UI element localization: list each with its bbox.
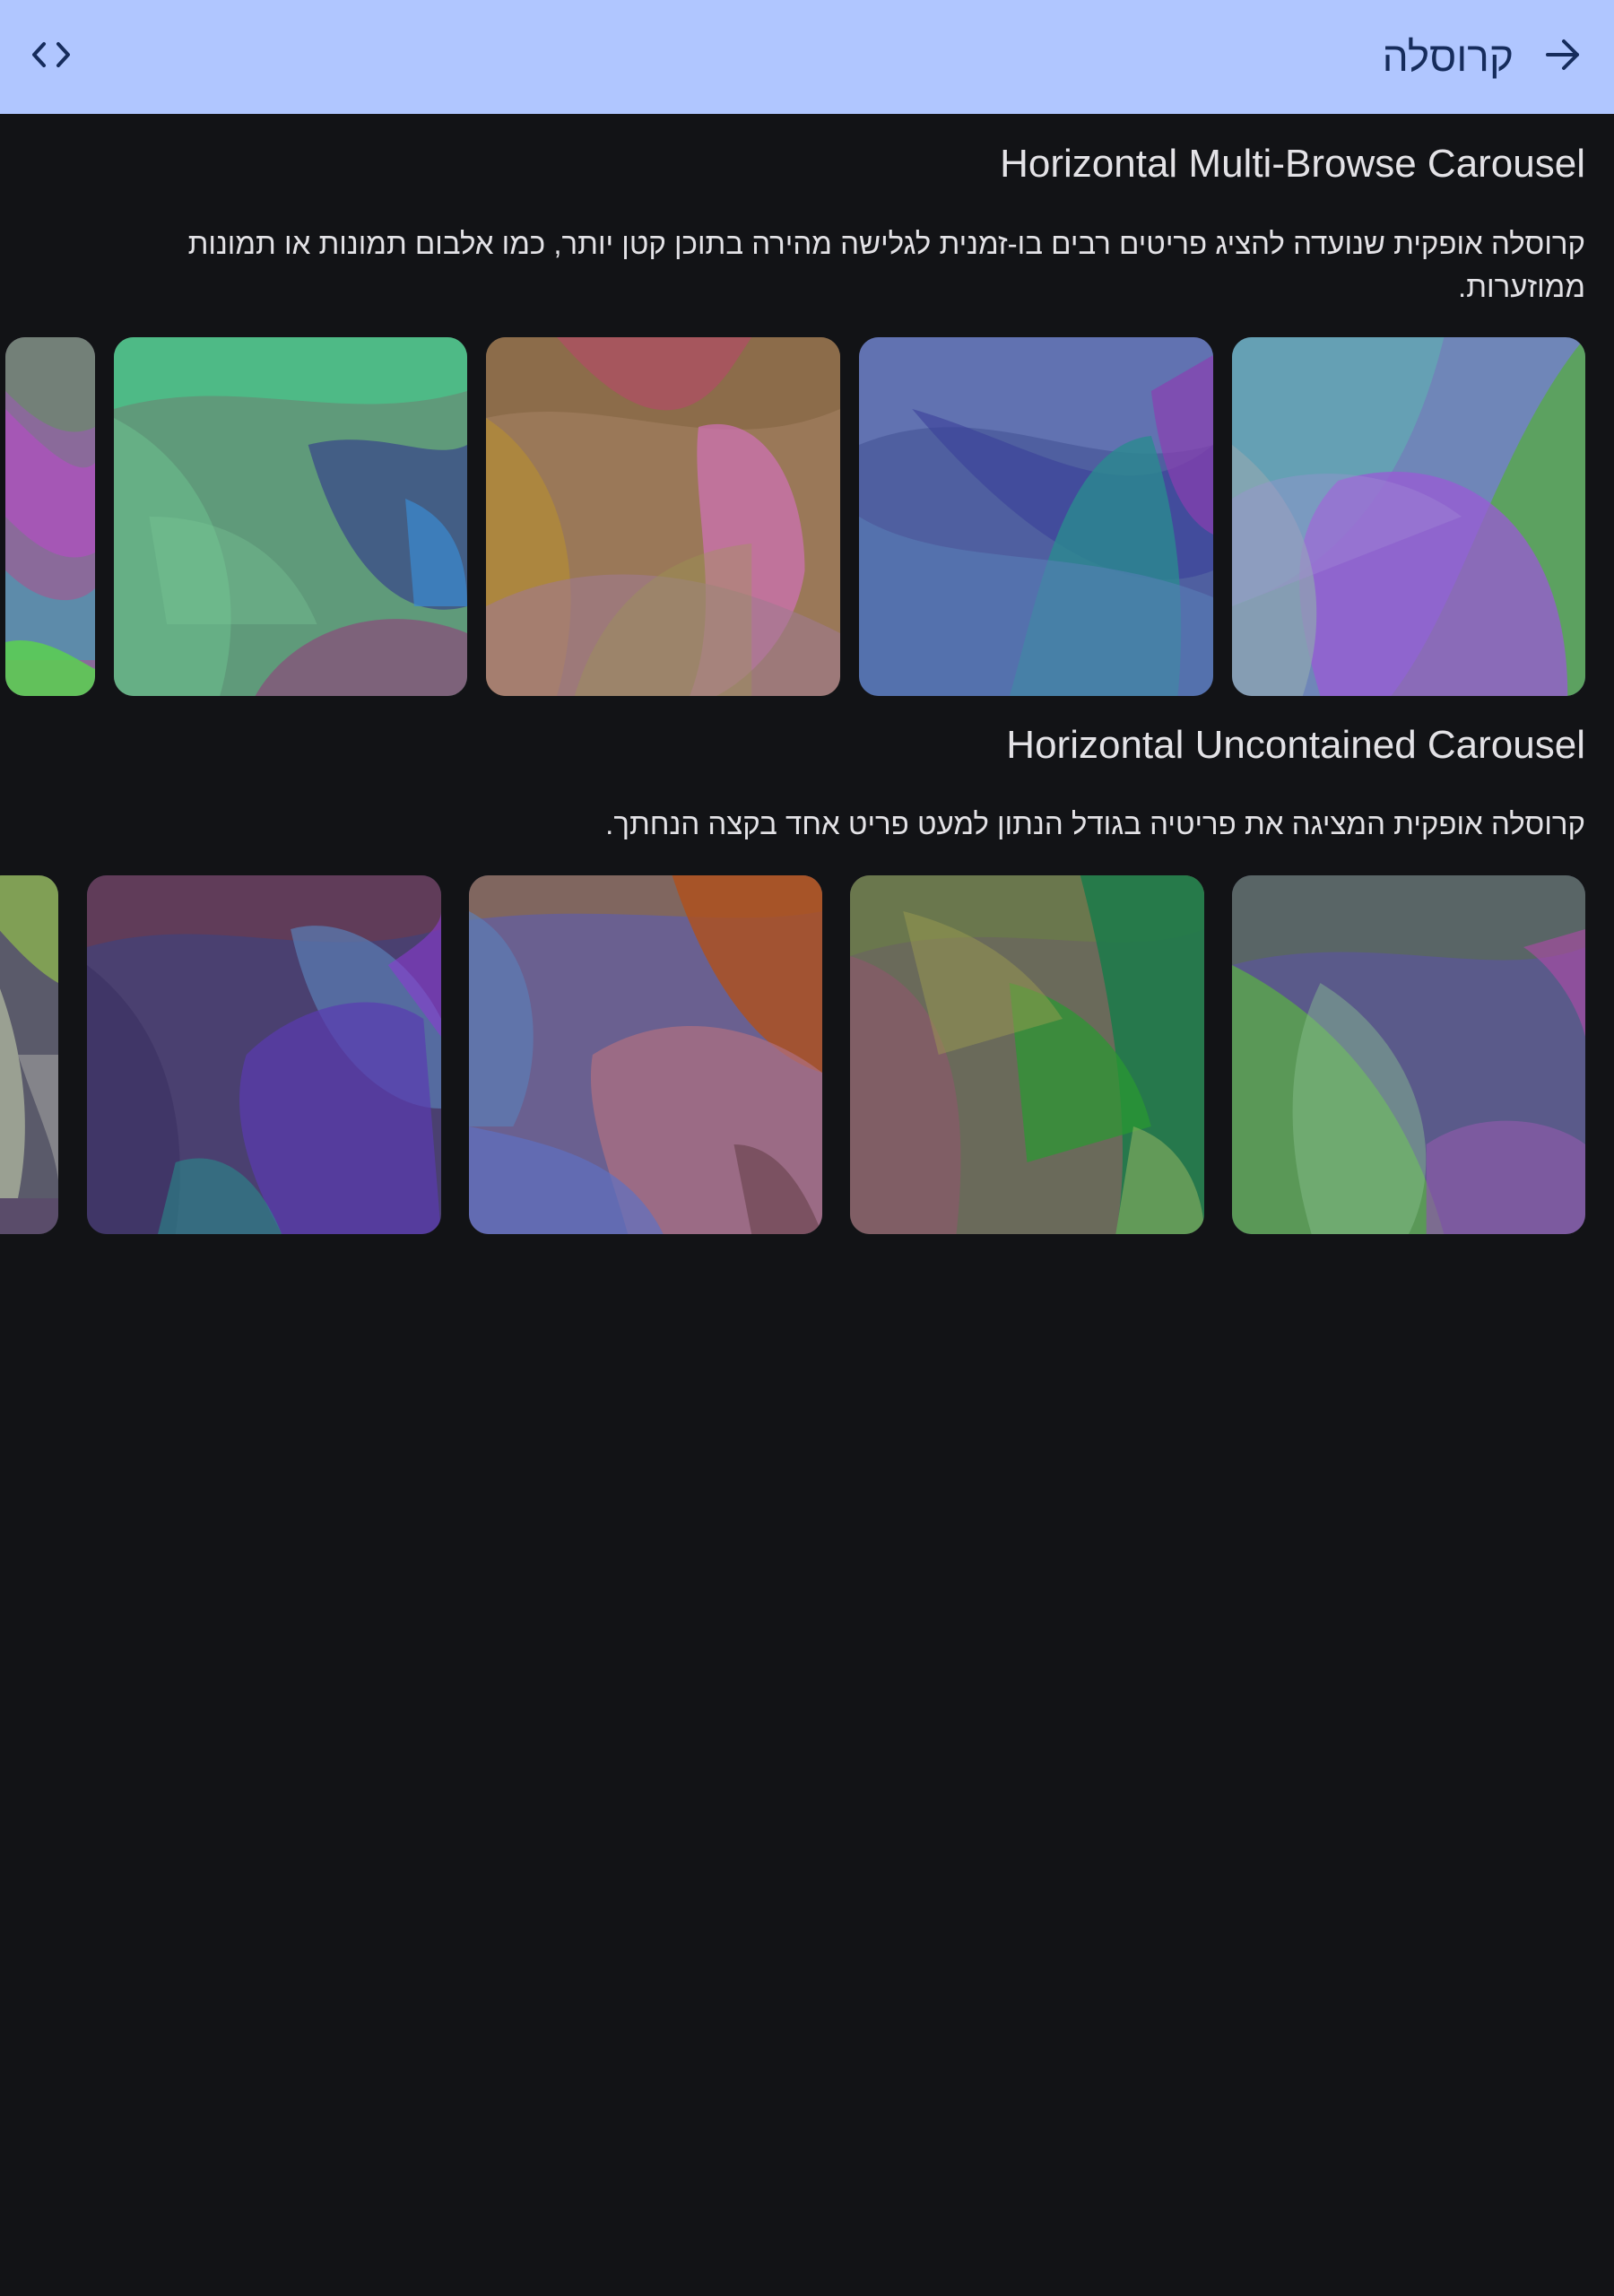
multi-browse-carousel[interactable] xyxy=(0,337,1614,696)
arrow-right-icon xyxy=(1545,39,1581,75)
carousel-image xyxy=(850,875,1204,1234)
top-app-bar: קרוסלה xyxy=(0,0,1614,114)
carousel-item[interactable] xyxy=(114,337,467,696)
carousel-item[interactable] xyxy=(5,337,95,696)
carousel-image xyxy=(486,337,840,696)
carousel-image xyxy=(1232,875,1585,1234)
uncontained-carousel[interactable] xyxy=(0,875,1614,1234)
section-title-multi-browse: Horizontal Multi-Browse Carousel xyxy=(1000,142,1585,186)
section-description-uncontained: קרוסלה אופקית המציגה את פריטיה בגודל הנת… xyxy=(605,807,1585,840)
carousel-item[interactable] xyxy=(859,337,1213,696)
carousel-item[interactable] xyxy=(469,875,822,1234)
carousel-image xyxy=(87,875,441,1234)
page-title: קרוסלה xyxy=(1382,33,1514,80)
view-code-button[interactable] xyxy=(20,27,82,86)
code-icon xyxy=(31,41,71,73)
carousel-image xyxy=(0,875,58,1234)
section-description-multi-browse: קרוסלה אופקית שנועדה להציג פריטים רבים ב… xyxy=(187,227,1585,303)
carousel-item[interactable] xyxy=(1232,875,1585,1234)
section-title-uncontained: Horizontal Uncontained Carousel xyxy=(1006,723,1585,767)
carousel-image xyxy=(859,337,1213,696)
carousel-image xyxy=(5,337,95,696)
carousel-item[interactable] xyxy=(87,875,441,1234)
carousel-item[interactable] xyxy=(486,337,840,696)
carousel-item[interactable] xyxy=(1232,337,1585,696)
back-button[interactable] xyxy=(1533,27,1592,86)
carousel-item[interactable] xyxy=(850,875,1204,1234)
carousel-item[interactable] xyxy=(0,875,58,1234)
carousel-image xyxy=(114,337,467,696)
carousel-image xyxy=(1232,337,1585,696)
carousel-image xyxy=(469,875,822,1234)
